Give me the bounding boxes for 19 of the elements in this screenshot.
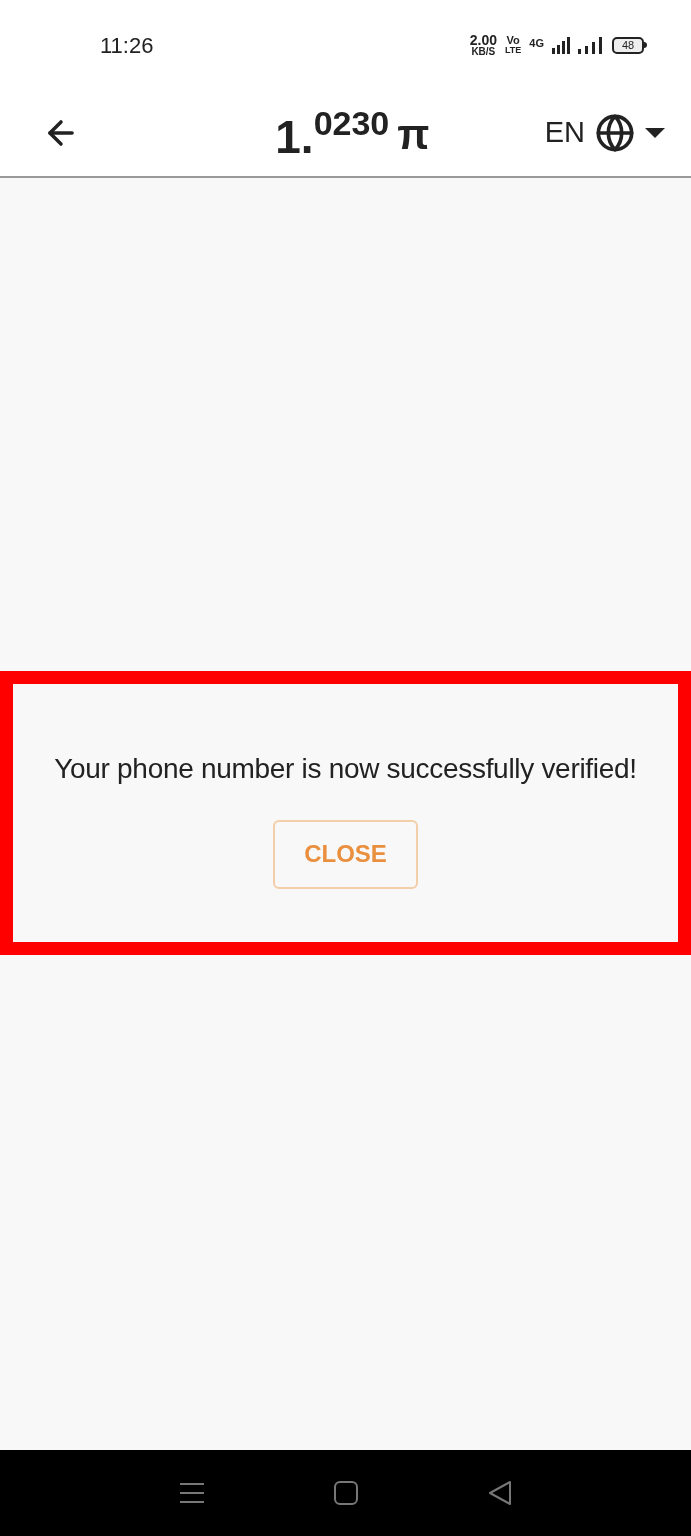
balance-whole: 1. <box>275 114 314 160</box>
lte-label: LTE <box>504 46 522 55</box>
back-nav-icon[interactable] <box>487 1481 512 1505</box>
signal-icon <box>578 36 604 54</box>
volte-label: Vo <box>506 35 520 46</box>
currency-symbol: π <box>397 114 430 156</box>
network-type: 4G <box>529 36 544 51</box>
signal-icon <box>552 36 570 54</box>
menu-icon[interactable] <box>179 1482 204 1504</box>
success-message: Your phone number is now successfully verified! <box>54 751 637 786</box>
status-time: 11:26 <box>100 31 154 60</box>
balance-fraction: 0230 <box>313 106 390 140</box>
dropdown-caret-icon <box>645 128 665 138</box>
network-speed: 2.00 <box>469 33 497 47</box>
battery-level: 48 <box>621 39 635 51</box>
globe-icon <box>595 113 635 153</box>
language-selector[interactable]: EN <box>544 111 665 155</box>
speed-unit: KB/S <box>471 47 496 57</box>
home-icon[interactable] <box>333 1481 358 1505</box>
